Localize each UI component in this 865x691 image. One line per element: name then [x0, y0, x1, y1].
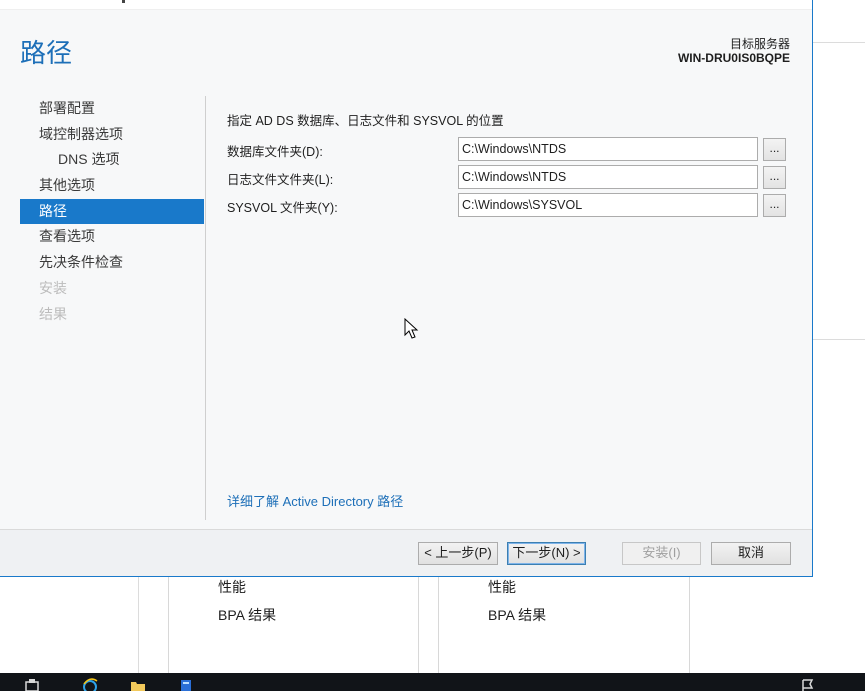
- target-server-label: 目标服务器: [729, 37, 790, 51]
- mouse-cursor-icon: [404, 318, 419, 339]
- wizard-nav: 部署配置 域控制器选项 DNS 选项 其他选项 路径 查看选项 先决条件检查 安…: [20, 96, 204, 327]
- divider-line: [813, 42, 865, 43]
- cancel-button[interactable]: 取消: [711, 542, 791, 565]
- database-folder-browse-button[interactable]: ...: [763, 138, 786, 161]
- tile-bpa-label[interactable]: BPA 结果: [488, 605, 546, 625]
- dashboard-tile: 性能 BPA 结果: [438, 577, 690, 673]
- tile-performance-label[interactable]: 性能: [218, 577, 246, 597]
- install-button: 安装(I): [622, 542, 701, 565]
- learn-more-link[interactable]: 详细了解 Active Directory 路径: [227, 491, 403, 510]
- previous-button[interactable]: < 上一步(P): [418, 542, 498, 565]
- next-button[interactable]: 下一步(N) >: [507, 542, 586, 565]
- nav-item-prerequisites-check[interactable]: 先决条件检查: [20, 250, 204, 276]
- sysvol-folder-label: SYSVOL 文件夹(Y):: [227, 201, 338, 215]
- log-folder-browse-button[interactable]: ...: [763, 166, 786, 189]
- nav-item-installation: 安装: [39, 279, 67, 296]
- nav-item-review-options[interactable]: 查看选项: [20, 224, 204, 250]
- nav-divider: [205, 96, 206, 520]
- target-server-name: WIN-DRU0IS0BQPE: [677, 51, 790, 65]
- nav-item-dc-options[interactable]: 域控制器选项: [20, 122, 204, 148]
- sysvol-folder-input[interactable]: [458, 193, 758, 217]
- divider-line: [138, 577, 139, 673]
- sysvol-folder-browse-button[interactable]: ...: [763, 194, 786, 217]
- ie-icon[interactable]: [82, 678, 98, 691]
- database-folder-input[interactable]: [458, 137, 758, 161]
- dashboard-tile: 性能 BPA 结果: [168, 577, 419, 673]
- window-edge-mark: [122, 0, 125, 3]
- instruction-text: 指定 AD DS 数据库、日志文件和 SYSVOL 的位置: [227, 114, 504, 128]
- taskbar: [0, 673, 865, 691]
- notification-flag-icon[interactable]: [800, 678, 816, 691]
- tile-performance-label[interactable]: 性能: [488, 577, 516, 597]
- nav-item-results: 结果: [39, 305, 67, 322]
- log-folder-row: 日志文件文件夹(L): ...: [227, 165, 797, 189]
- divider-line: [813, 339, 865, 340]
- server-manager-icon[interactable]: [24, 678, 40, 691]
- page-title: 路径: [20, 38, 73, 68]
- log-folder-label: 日志文件文件夹(L):: [227, 173, 334, 187]
- nav-item-dns-options[interactable]: DNS 选项: [20, 147, 204, 173]
- nav-item-deployment-config[interactable]: 部署配置: [20, 96, 204, 122]
- database-folder-row: 数据库文件夹(D): ...: [227, 137, 797, 161]
- powershell-icon[interactable]: [178, 678, 194, 691]
- ad-ds-configuration-wizard: 路径 目标服务器 WIN-DRU0IS0BQPE 部署配置 域控制器选项 DNS…: [0, 0, 813, 577]
- log-folder-input[interactable]: [458, 165, 758, 189]
- folder-icon[interactable]: [130, 678, 146, 691]
- nav-item-additional-options[interactable]: 其他选项: [20, 173, 204, 199]
- database-folder-label: 数据库文件夹(D):: [227, 145, 323, 159]
- tile-bpa-label[interactable]: BPA 结果: [218, 605, 276, 625]
- nav-item-paths[interactable]: 路径: [20, 198, 204, 225]
- wizard-footer: < 上一步(P) 下一步(N) > 安装(I) 取消: [0, 529, 812, 576]
- sysvol-folder-row: SYSVOL 文件夹(Y): ...: [227, 193, 797, 217]
